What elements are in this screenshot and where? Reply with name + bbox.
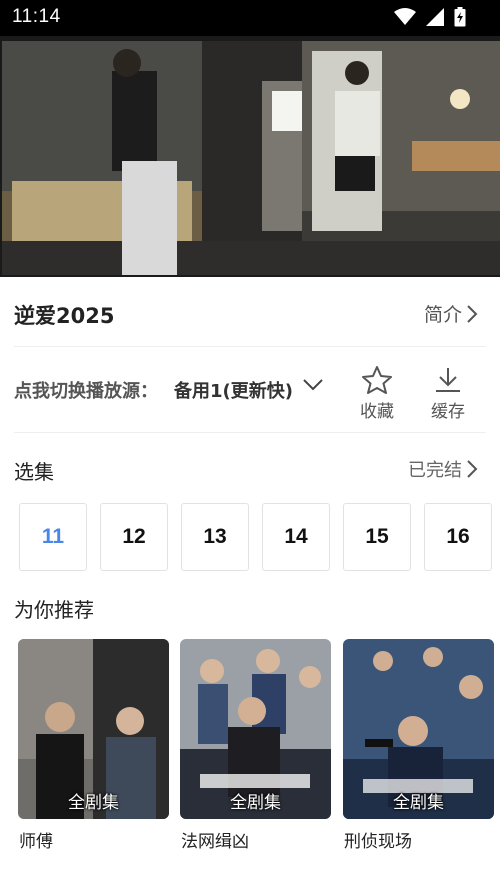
episodes-status: 已完结: [408, 460, 462, 481]
status-icons: [394, 7, 466, 27]
chevron-right-icon: [467, 460, 478, 478]
recommend-card[interactable]: 全剧集 法网缉凶: [180, 639, 331, 852]
episodes-status-link[interactable]: 已完结: [408, 456, 478, 482]
divider: [14, 432, 486, 433]
recommend-name: 法网缉凶: [181, 832, 249, 852]
star-icon: [362, 366, 392, 394]
favorite-button[interactable]: 收藏: [347, 365, 407, 422]
recommend-card[interactable]: 全剧集 刑侦现场: [343, 639, 494, 852]
episode-list: 11 12 13 14 15 16: [19, 503, 500, 575]
download-icon: [436, 368, 460, 392]
download-label: 缓存: [431, 402, 465, 422]
status-time: 11:14: [12, 6, 61, 27]
episode-button[interactable]: 16: [424, 503, 492, 571]
episodes-header: 选集 已完结: [0, 452, 500, 488]
signal-icon: [426, 8, 444, 26]
poster-image: 全剧集: [343, 639, 494, 819]
episode-button[interactable]: 15: [343, 503, 411, 571]
recommend-title: 为你推荐: [14, 598, 94, 622]
source-selected[interactable]: 备用1(更新快): [174, 377, 293, 403]
chevron-down-icon[interactable]: [302, 378, 324, 392]
poster-badge: 全剧集: [393, 793, 444, 813]
recommend-card[interactable]: 全剧集 师傅: [18, 639, 169, 852]
source-row: 点我切换播放源： 备用1(更新快) 收藏 缓存: [0, 360, 500, 422]
show-title: 逆爱2025: [14, 304, 115, 328]
episode-button[interactable]: 13: [181, 503, 249, 571]
recommend-name: 师傅: [19, 832, 53, 852]
show-header: 逆爱2025 简介: [0, 292, 500, 336]
recommend-name: 刑侦现场: [344, 832, 412, 852]
episode-button[interactable]: 11: [19, 503, 87, 571]
episode-button[interactable]: 14: [262, 503, 330, 571]
divider: [14, 346, 486, 347]
poster-badge: 全剧集: [230, 793, 281, 813]
status-bar: 11:14: [0, 0, 500, 36]
download-button[interactable]: 缓存: [418, 365, 478, 422]
episodes-title: 选集: [14, 460, 54, 484]
video-player[interactable]: [0, 36, 500, 277]
intro-link[interactable]: 简介: [424, 300, 478, 327]
video-frame: [2, 41, 500, 275]
episode-button[interactable]: 12: [100, 503, 168, 571]
poster-badge: 全剧集: [68, 793, 119, 813]
favorite-label: 收藏: [360, 402, 394, 422]
intro-label: 简介: [423, 304, 462, 326]
wifi-icon: [394, 8, 416, 25]
poster-image: 全剧集: [180, 639, 331, 819]
poster-image: 全剧集: [18, 639, 169, 819]
battery-charging-icon: [454, 7, 466, 27]
chevron-right-icon: [467, 304, 478, 323]
source-switch-label[interactable]: 点我切换播放源：: [14, 377, 158, 403]
